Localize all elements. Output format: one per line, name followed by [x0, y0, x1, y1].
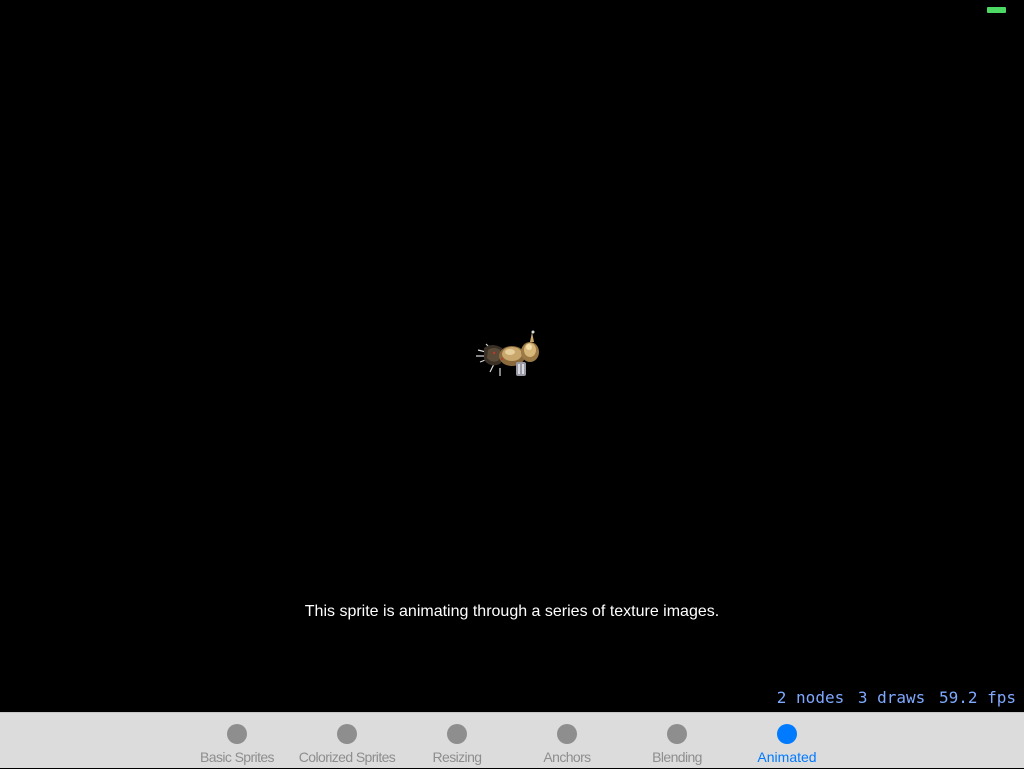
tab-label: Colorized Sprites [298, 749, 396, 765]
tab-label: Basic Sprites [200, 749, 275, 765]
tab-label: Animated [757, 749, 817, 765]
tab-circle-icon [447, 724, 467, 744]
tab-colorized-sprites[interactable]: Colorized Sprites [292, 713, 402, 769]
tab-basic-sprites[interactable]: Basic Sprites [182, 713, 292, 769]
tab-label: Anchors [543, 749, 591, 765]
fps-readout: 59.2 fps [938, 688, 1016, 707]
tab-circle-icon [667, 724, 687, 744]
tab-circle-icon [337, 724, 357, 744]
tab-anchors[interactable]: Anchors [512, 713, 622, 769]
tab-resizing[interactable]: Resizing [402, 713, 512, 769]
tab-label: Blending [652, 749, 702, 765]
node-count: 2 nodes [776, 688, 845, 707]
sprite-caption: This sprite is animating through a serie… [304, 603, 720, 620]
tab-label: Resizing [432, 749, 482, 765]
animated-robot-sprite [476, 330, 539, 376]
tab-animated[interactable]: Animated [732, 713, 842, 769]
tab-bar: Basic Sprites Colorized Sprites Resizing… [0, 712, 1024, 768]
sprite-scene[interactable]: This sprite is animating through a serie… [0, 0, 1024, 712]
tab-circle-icon [777, 724, 797, 744]
tab-blending[interactable]: Blending [622, 713, 732, 769]
battery-icon [987, 7, 1006, 13]
draw-count: 3 draws [857, 688, 926, 707]
tab-circle-icon [557, 724, 577, 744]
render-stats: 2 nodes 3 draws 59.2 fps [777, 688, 1016, 707]
tab-circle-icon [227, 724, 247, 744]
